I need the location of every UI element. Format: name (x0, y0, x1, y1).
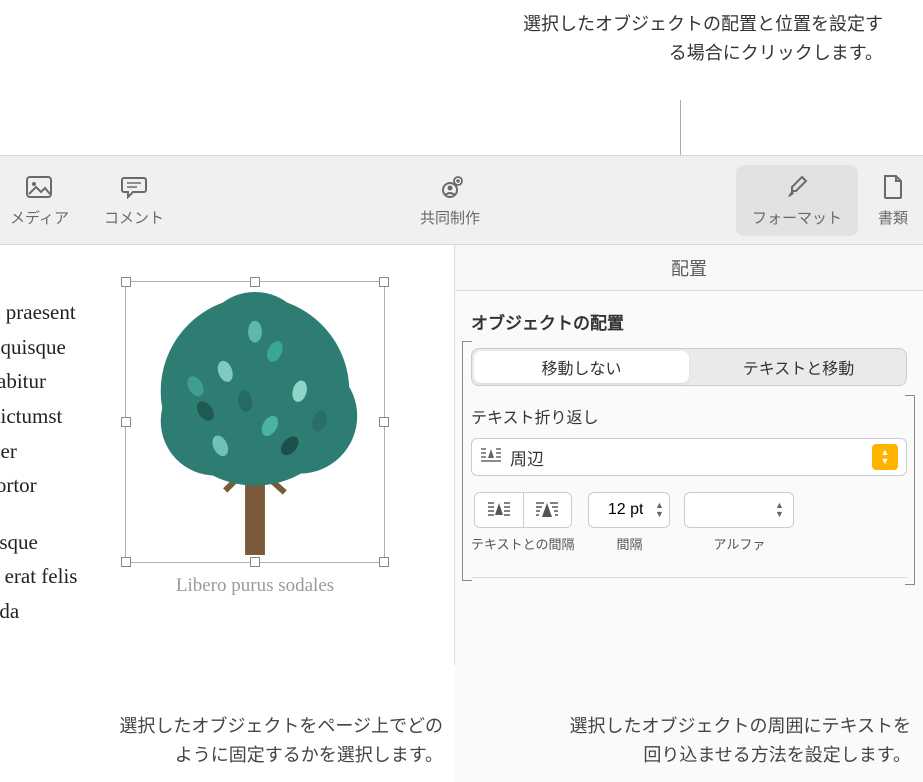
text-wrap-select[interactable]: 周辺 ▲▼ (471, 438, 907, 476)
spacing-stepper[interactable]: ▲▼ (588, 492, 670, 528)
collaborate-icon (436, 173, 464, 201)
resize-handle[interactable] (121, 557, 131, 567)
callout-bracket (462, 341, 472, 581)
resize-handle[interactable] (250, 277, 260, 287)
toolbar-label: フォーマット (752, 207, 842, 228)
toolbar-media[interactable]: メディア (10, 173, 69, 228)
text-fit-label: テキストとの間隔 (471, 534, 574, 553)
spacing-input[interactable] (589, 501, 649, 519)
resize-handle[interactable] (121, 417, 131, 427)
callout-bottom-right: 選択したオブジェクトの周囲にテキストを回り込ませる方法を設定します。 (566, 712, 911, 770)
callout-bottom-left: 選択したオブジェクトをページ上でどのように固定するかを選択します。 (108, 712, 443, 770)
resize-handle[interactable] (379, 557, 389, 567)
stepper-arrows-icon[interactable]: ▲▼ (769, 501, 789, 519)
toolbar-document[interactable]: 書類 (878, 173, 908, 228)
resize-handle[interactable] (379, 277, 389, 287)
text-wrap-value: 周辺 (510, 445, 872, 470)
callout-top: 選択したオブジェクトの配置と位置を設定する場合にクリックします。 (523, 10, 883, 68)
fit-rect-icon (487, 501, 511, 519)
selected-object[interactable] (125, 281, 385, 563)
toolbar-label: 書類 (878, 207, 908, 228)
tree-image (126, 282, 384, 562)
toolbar-comment[interactable]: コメント (104, 173, 164, 228)
section-title: オブジェクトの配置 (471, 309, 907, 334)
segment-move-with-text[interactable]: テキストと移動 (691, 349, 906, 385)
resize-handle[interactable] (379, 417, 389, 427)
segment-stay-on-page[interactable]: 移動しない (474, 351, 689, 383)
toolbar-label: コメント (104, 207, 164, 228)
object-placement-segment: 移動しない テキストと移動 (471, 348, 907, 386)
document-body-text: d praesent . quisque rabitur dictumst pe… (0, 295, 120, 651)
callout-bracket (905, 395, 915, 585)
toolbar-label: メディア (10, 207, 69, 228)
alpha-stepper[interactable]: ▲▼ (684, 492, 794, 528)
arrange-inspector: オブジェクトの配置 移動しない テキストと移動 テキスト折り返し 周辺 ▲▼ テ… (455, 291, 923, 782)
spacing-label: 間隔 (616, 534, 642, 553)
image-icon (25, 173, 53, 201)
fit-contour-icon (535, 501, 559, 519)
comment-icon (120, 173, 148, 201)
alpha-label: アルファ (714, 534, 766, 553)
panel-tab-arrange[interactable]: 配置 (455, 245, 923, 291)
text-fit-rect-button[interactable] (475, 493, 523, 527)
object-caption[interactable]: Libero purus sodales (125, 575, 385, 597)
stepper-arrows-icon[interactable]: ▲▼ (649, 501, 669, 519)
format-brush-icon (783, 173, 811, 201)
chevron-updown-icon: ▲▼ (872, 444, 898, 470)
text-wrap-label: テキスト折り返し (471, 404, 907, 428)
text-fit-contour-button[interactable] (523, 493, 571, 527)
wrap-around-icon (480, 447, 502, 468)
resize-handle[interactable] (121, 277, 131, 287)
divider (471, 577, 907, 578)
document-canvas: d praesent . quisque rabitur dictumst pe… (0, 245, 455, 665)
resize-handle[interactable] (250, 557, 260, 567)
toolbar-label: 共同制作 (420, 207, 480, 228)
toolbar: メディア コメント 共同制作 フォーマット 書類 (0, 155, 923, 245)
document-icon (879, 173, 907, 201)
text-fit-buttons (474, 492, 572, 528)
toolbar-collaborate[interactable]: 共同制作 (420, 173, 480, 228)
toolbar-format[interactable]: フォーマット (736, 165, 858, 236)
